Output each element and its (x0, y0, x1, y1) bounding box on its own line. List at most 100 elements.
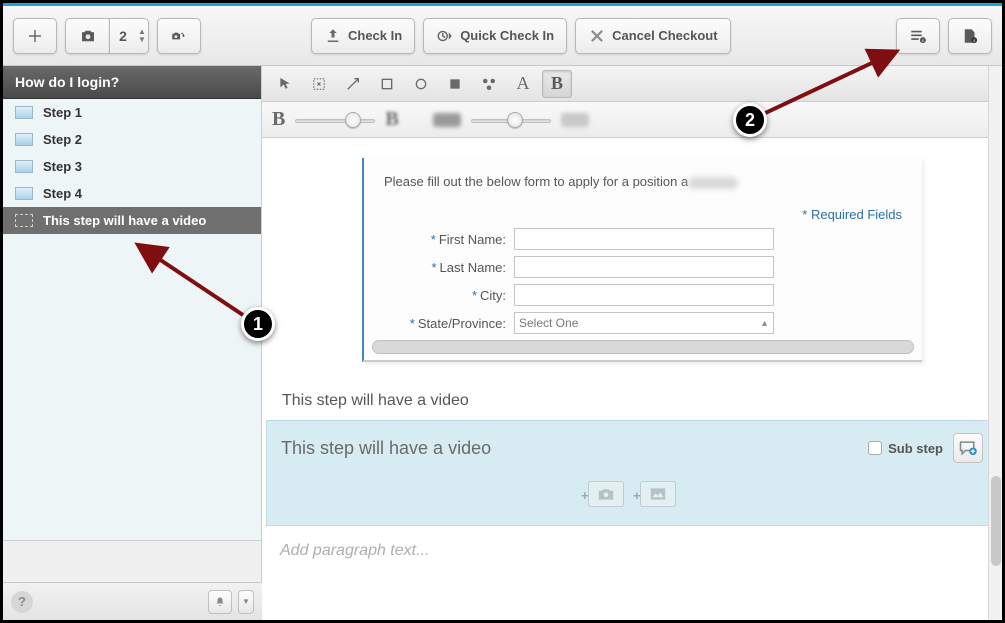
text-tool[interactable]: A (508, 70, 538, 98)
step-label: Step 3 (43, 159, 82, 174)
delay-stepper[interactable]: ▲▼ (136, 28, 148, 44)
insert-content-button[interactable] (953, 433, 983, 463)
state-select[interactable]: Select One ▴ (514, 312, 774, 334)
blur-swatch-light (561, 113, 589, 127)
step-editor-panel: This step will have a video Sub step (266, 420, 998, 526)
arrow-icon (345, 76, 361, 92)
capture-combo: 2 ▲▼ (65, 18, 149, 54)
paragraph-placeholder[interactable]: Add paragraph text... (262, 526, 1002, 560)
blur-b-icon: B (551, 73, 563, 94)
step-label: Step 4 (43, 186, 82, 201)
check-in-label: Check In (348, 28, 402, 43)
arrow-tool[interactable] (338, 70, 368, 98)
quick-check-in-button[interactable]: Quick Check In (423, 18, 567, 54)
editor-content: A B B B Please fill out the below form t… (262, 66, 1002, 620)
pointer-icon (277, 76, 293, 92)
filled-rect-tool[interactable] (440, 70, 470, 98)
image-icon (648, 486, 668, 502)
sequence-tool[interactable] (474, 70, 504, 98)
form-field-state: *State/Province: Select One ▴ (384, 312, 902, 334)
chevron-down-icon: ▼ (242, 597, 250, 606)
vertical-scrollbar[interactable] (988, 66, 1002, 620)
annotation-badge-2: 2 (733, 103, 767, 137)
blur-tint-slider[interactable] (471, 115, 551, 125)
step-canvas: Please fill out the below form to apply … (262, 138, 1002, 620)
step-editor-header: This step will have a video Sub step (281, 433, 983, 463)
camera-icon (79, 27, 97, 45)
sequence-icon (480, 75, 498, 93)
step-item[interactable]: Step 1 (3, 99, 261, 126)
media-insert-row: + + (281, 463, 983, 513)
step-item[interactable]: Step 3 (3, 153, 261, 180)
form-field-city: *City: (384, 284, 902, 306)
horizontal-scrollbar[interactable] (372, 340, 914, 354)
crop-icon (310, 75, 328, 93)
filled-square-icon (447, 76, 463, 92)
add-screenshot-button[interactable]: + (588, 481, 624, 507)
square-icon (379, 76, 395, 92)
cancel-checkout-button[interactable]: Cancel Checkout (575, 18, 730, 54)
lesson-properties-button[interactable]: i (948, 18, 992, 54)
rect-tool[interactable] (372, 70, 402, 98)
help-icon: ? (18, 594, 26, 609)
step-properties-button[interactable]: i (896, 18, 940, 54)
crop-tool[interactable] (304, 70, 334, 98)
blur-swatch-dark (433, 113, 461, 127)
last-name-input[interactable] (514, 256, 774, 278)
main-toolbar: 2 ▲▼ Check In Quick Check In Cancel Chec… (3, 6, 1002, 66)
step-placeholder-icon (15, 214, 33, 227)
form-instruction: Please fill out the below form to apply … (384, 174, 902, 189)
comment-add-icon (958, 439, 978, 457)
annotation-badge-1: 1 (241, 307, 275, 341)
plus-icon (26, 27, 44, 45)
step-label: Step 2 (43, 132, 82, 147)
add-button[interactable] (13, 18, 57, 54)
camera-icon (596, 486, 616, 502)
capture-button[interactable] (65, 18, 109, 54)
blur-sharp-icon: B (272, 108, 285, 131)
check-in-button[interactable]: Check In (311, 18, 415, 54)
step-item[interactable]: Step 2 (3, 126, 261, 153)
pointer-tool[interactable] (270, 70, 300, 98)
step-title-text: This step will have a video (262, 372, 1002, 420)
upload-icon (324, 27, 342, 45)
step-item-selected[interactable]: This step will have a video (3, 207, 261, 234)
city-input[interactable] (514, 284, 774, 306)
cancel-checkout-label: Cancel Checkout (612, 28, 717, 43)
step-thumb-icon (15, 187, 33, 200)
document-info-icon: i (961, 27, 979, 45)
first-name-input[interactable] (514, 228, 774, 250)
step-thumb-icon (15, 106, 33, 119)
quick-check-in-label: Quick Check In (460, 28, 554, 43)
substep-toggle[interactable]: Sub step (868, 441, 943, 456)
recapture-button[interactable] (157, 18, 201, 54)
add-image-button[interactable]: + (640, 481, 676, 507)
blur-tool[interactable]: B (542, 70, 572, 98)
blur-amount-slider[interactable] (295, 115, 375, 125)
blur-soft-icon: B (385, 108, 398, 131)
step-thumb-icon (15, 133, 33, 146)
annotation-toolbar: A B (262, 66, 1002, 102)
step-title-input[interactable]: This step will have a video (281, 438, 868, 459)
help-button[interactable]: ? (11, 591, 33, 613)
quick-upload-icon (436, 27, 454, 45)
step-item[interactable]: Step 4 (3, 180, 261, 207)
chevron-up-down-icon: ▴ (762, 318, 767, 329)
circle-icon (413, 76, 429, 92)
screenshot-form: Please fill out the below form to apply … (362, 158, 922, 362)
steps-list: Step 1 Step 2 Step 3 Step 4 This step wi… (3, 99, 261, 540)
list-info-icon: i (909, 27, 927, 45)
step-label: This step will have a video (43, 213, 206, 228)
capture-delay-value: 2 (110, 28, 136, 44)
notifications-button[interactable] (208, 590, 232, 614)
plus-icon: + (581, 488, 589, 503)
form-field-last-name: *Last Name: (384, 256, 902, 278)
plus-icon: + (633, 488, 641, 503)
lesson-title: How do I login? (3, 66, 261, 99)
checkbox-icon (868, 441, 882, 455)
form-field-first-name: *First Name: (384, 228, 902, 250)
oval-tool[interactable] (406, 70, 436, 98)
notifications-dropdown[interactable]: ▼ (238, 590, 254, 614)
capture-delay[interactable]: 2 ▲▼ (109, 18, 149, 54)
camera-swap-icon (170, 27, 188, 45)
